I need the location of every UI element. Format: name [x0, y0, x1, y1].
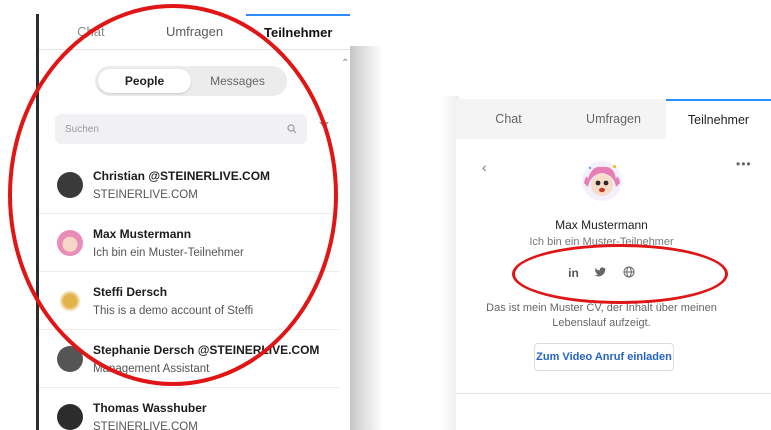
- profile-bio: Das ist mein Muster CV, der Inhalt über …: [486, 302, 717, 329]
- person-name: Thomas Wasshuber: [93, 400, 207, 415]
- tab-chat[interactable]: Chat: [456, 99, 561, 139]
- highlight-circle: [8, 4, 338, 386]
- tab-teilnehmer[interactable]: Teilnehmer: [666, 99, 771, 139]
- scroll-up-icon[interactable]: ⌃: [341, 58, 349, 69]
- back-chevron-icon[interactable]: ‹: [482, 159, 487, 175]
- invite-video-call-button[interactable]: Zum Video Anruf einladen: [534, 343, 674, 371]
- avatar: [582, 161, 622, 201]
- person-subtitle: STEINERLIVE.COM: [93, 420, 198, 430]
- more-options-icon[interactable]: •••: [736, 157, 752, 171]
- tab-bar: Chat Umfragen Teilnehmer: [456, 99, 771, 139]
- highlight-circle: [512, 244, 728, 304]
- list-item[interactable]: Thomas Wasshuber STEINERLIVE.COM: [39, 388, 339, 430]
- profile-name: Max Mustermann: [555, 218, 648, 232]
- avatar: [57, 403, 83, 430]
- tab-umfragen[interactable]: Umfragen: [561, 99, 666, 139]
